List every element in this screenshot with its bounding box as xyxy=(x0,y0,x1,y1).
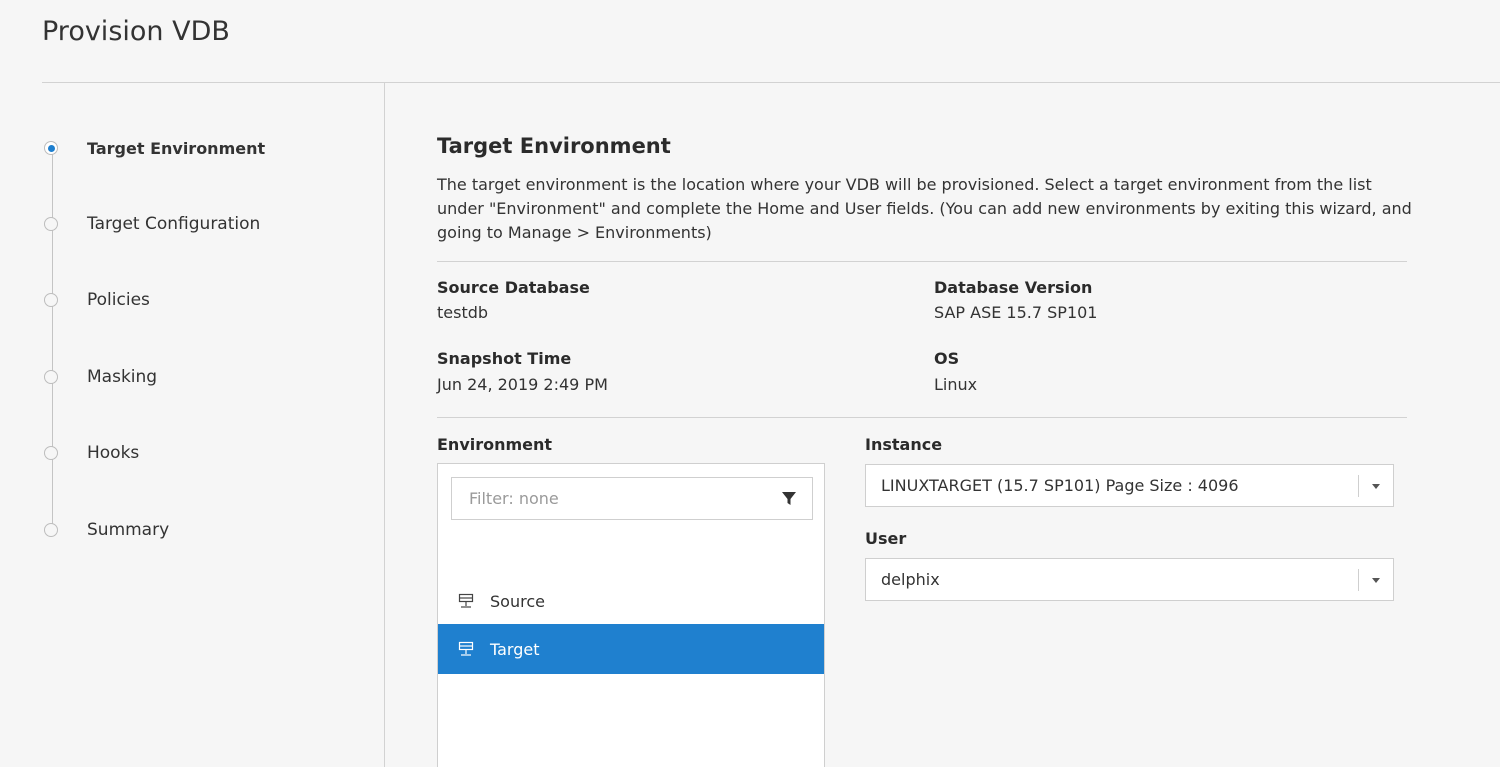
user-select[interactable]: delphix xyxy=(865,558,1394,601)
info-divider-top xyxy=(437,261,1407,262)
step-label: Summary xyxy=(87,520,170,540)
source-database-value: testdb xyxy=(437,303,489,322)
filter-input[interactable] xyxy=(467,488,771,509)
instance-select-value: LINUXTARGET (15.7 SP101) Page Size : 409… xyxy=(881,476,1239,495)
environment-item-source[interactable]: Source xyxy=(438,576,824,626)
step-label: Target Environment xyxy=(87,138,266,158)
step-indicator xyxy=(44,293,58,307)
info-divider-bottom xyxy=(437,417,1407,418)
user-label: User xyxy=(865,529,907,548)
section-description: The target environment is the location w… xyxy=(437,175,1412,242)
section-title: Target Environment xyxy=(437,134,671,158)
step-indicator xyxy=(44,370,58,384)
step-indicator xyxy=(44,446,58,460)
environment-item-target[interactable]: Target xyxy=(438,624,824,674)
environment-item-label: Target xyxy=(490,639,540,659)
step-label: Masking xyxy=(87,367,158,387)
chevron-down-icon[interactable] xyxy=(1372,484,1380,489)
select-separator xyxy=(1358,569,1359,591)
snapshot-time-value: Jun 24, 2019 2:49 PM xyxy=(437,375,608,394)
step-target-environment[interactable]: Target Environment xyxy=(44,137,265,159)
step-indicator xyxy=(44,217,58,231)
database-version-label: Database Version xyxy=(934,278,1093,297)
step-target-configuration[interactable]: Target Configuration xyxy=(44,213,260,235)
environment-icon xyxy=(458,641,474,656)
header-divider xyxy=(42,82,1500,83)
sidebar-divider xyxy=(384,83,385,767)
step-label: Hooks xyxy=(87,443,140,463)
step-indicator xyxy=(44,523,58,537)
step-summary[interactable]: Summary xyxy=(44,519,169,541)
instance-label: Instance xyxy=(865,435,943,454)
database-version-value: SAP ASE 15.7 SP101 xyxy=(934,303,1098,322)
step-label: Target Configuration xyxy=(87,214,261,234)
provision-vdb-page: Provision VDB Target Environment Target … xyxy=(0,0,1500,767)
environment-label: Environment xyxy=(437,435,553,454)
environment-filter xyxy=(451,477,813,520)
os-value: Linux xyxy=(934,375,978,394)
source-database-label: Source Database xyxy=(437,278,590,297)
page-title: Provision VDB xyxy=(42,16,230,47)
os-label: OS xyxy=(934,349,960,368)
step-indicator-active xyxy=(44,141,58,155)
step-masking[interactable]: Masking xyxy=(44,366,157,388)
environment-icon xyxy=(458,593,474,608)
step-policies[interactable]: Policies xyxy=(44,289,150,311)
instance-select[interactable]: LINUXTARGET (15.7 SP101) Page Size : 409… xyxy=(865,464,1394,507)
environment-item-label: Source xyxy=(490,591,545,611)
user-select-value: delphix xyxy=(881,570,940,589)
step-hooks[interactable]: Hooks xyxy=(44,442,139,464)
snapshot-time-label: Snapshot Time xyxy=(437,349,572,368)
environment-list: Source Target xyxy=(437,463,825,767)
select-separator xyxy=(1358,475,1359,497)
stepper-line xyxy=(52,148,53,531)
step-label: Policies xyxy=(87,290,150,310)
filter-icon[interactable] xyxy=(782,491,796,507)
chevron-down-icon[interactable] xyxy=(1372,578,1380,583)
